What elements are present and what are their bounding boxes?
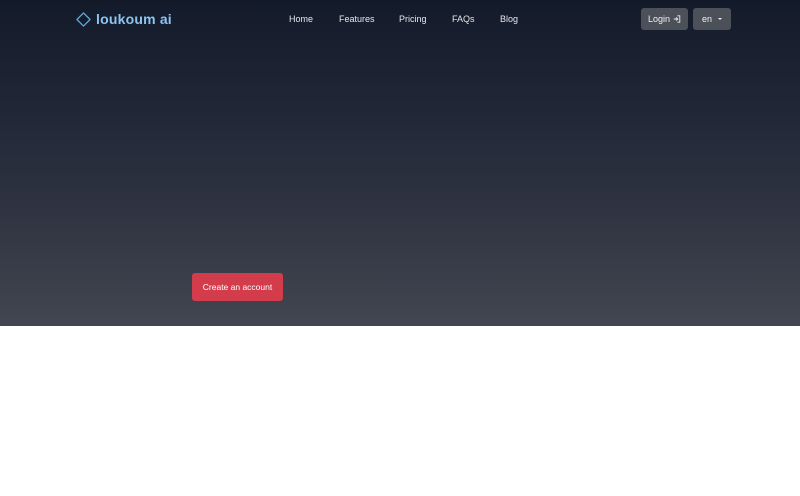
login-button[interactable]: Login [641,8,688,30]
top-navbar: loukoum ai Home Features Pricing FAQs Bl… [0,0,800,38]
login-arrow-icon [673,15,681,23]
nav-link-blog[interactable]: Blog [500,11,518,27]
hero-section: loukoum ai Home Features Pricing FAQs Bl… [0,0,800,326]
nav-link-faqs[interactable]: FAQs [452,11,475,27]
create-account-button[interactable]: Create an account [192,273,283,301]
login-label: Login [647,14,671,24]
nav-link-pricing[interactable]: Pricing [399,11,427,27]
nav-link-home[interactable]: Home [289,11,313,27]
page-content [0,326,800,496]
language-select[interactable]: en [693,8,731,30]
nav-link-features[interactable]: Features [339,11,375,27]
language-value: en [702,14,713,24]
caret-down-icon [718,18,722,20]
